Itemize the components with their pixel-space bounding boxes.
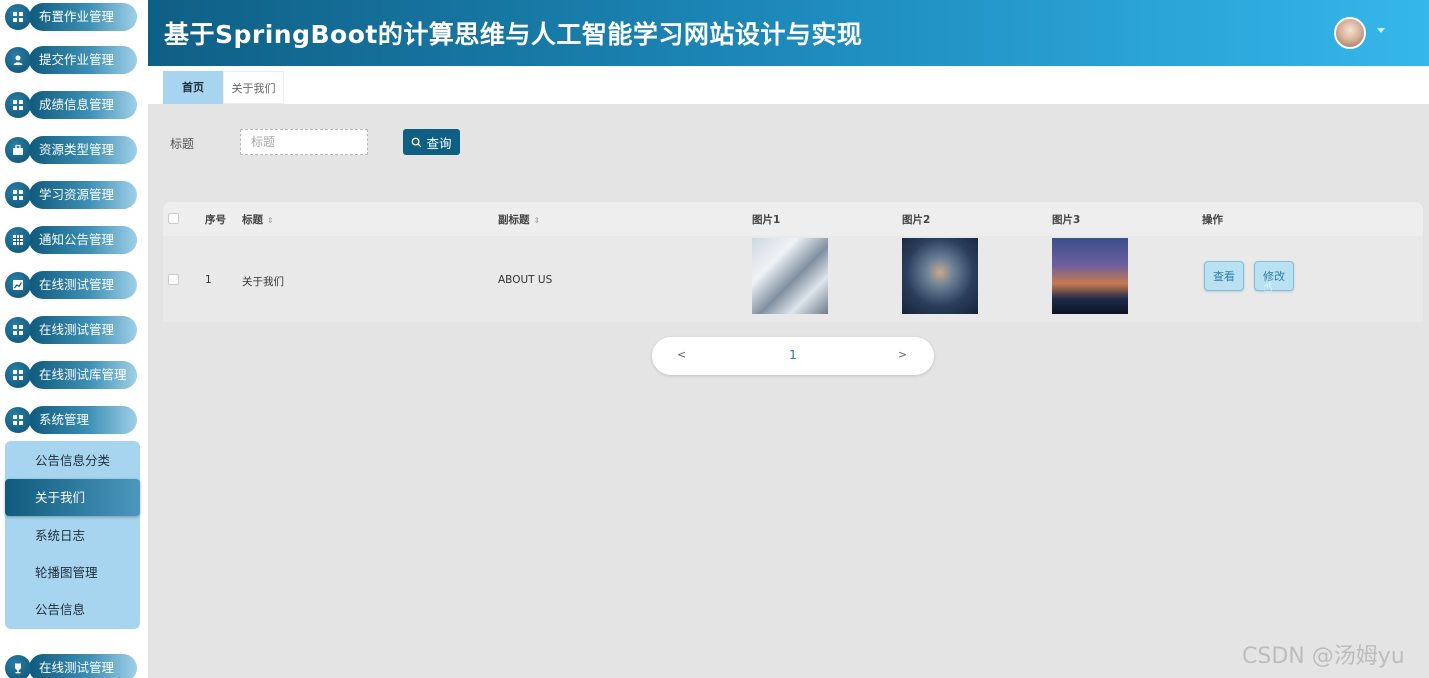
row-image-2 (902, 238, 978, 314)
sidebar-item-assign-homework[interactable]: 布置作业管理 (5, 3, 137, 31)
watermark: CSDN @汤姆yu (1242, 644, 1405, 669)
row-checkbox[interactable] (168, 274, 179, 285)
header-pic3: 图片3 (1052, 214, 1081, 226)
sidebar-item-online-test-3[interactable]: 在线测试管理 (5, 654, 137, 678)
user-icon (5, 47, 31, 73)
header-index: 序号 (205, 214, 226, 226)
sidebar-item-label: 通知公告管理 (29, 226, 137, 254)
sidebar-item-label: 在线测试管理 (29, 271, 137, 299)
sidebar-item-label: 学习资源管理 (29, 181, 137, 209)
row-subtitle: ABOUT US (498, 274, 553, 286)
prev-page-button[interactable]: < (677, 348, 686, 361)
chart-icon (5, 272, 31, 298)
sidebar-item-label: 在线测试库管理 (29, 361, 137, 389)
avatar[interactable] (1334, 17, 1366, 49)
sidebar-item-label: 布置作业管理 (29, 3, 137, 31)
chevron-down-icon[interactable] (1377, 28, 1385, 33)
sidebar-item-online-test-2[interactable]: 在线测试管理 (5, 316, 137, 344)
grid-icon (5, 92, 31, 118)
grid-icon (5, 317, 31, 343)
table-header: 序号 标题 ⇕ 副标题 ⇕ 图片1 图片2 图片3 操作 (163, 202, 1423, 236)
briefcase-icon (5, 137, 31, 163)
trophy-icon (5, 655, 31, 678)
page-title: 基于SpringBoot的计算思维与人工智能学习网站设计与实现 (164, 20, 863, 49)
tab-home[interactable]: 首页 (163, 71, 223, 104)
hand-cursor-icon: ☝ (1263, 277, 1273, 296)
grid-icon (5, 362, 31, 388)
sort-icon[interactable]: ⇕ (534, 216, 541, 225)
system-submenu: 公告信息分类 关于我们 系统日志 轮播图管理 公告信息 (5, 441, 140, 629)
submenu-item-system-log[interactable]: 系统日志 (5, 517, 140, 554)
grid-icon (5, 4, 31, 30)
sidebar-item-notices[interactable]: 通知公告管理 (5, 226, 137, 254)
header-pic1: 图片1 (752, 214, 781, 226)
next-page-button[interactable]: > (898, 348, 907, 361)
sidebar-item-test-bank[interactable]: 在线测试库管理 (5, 361, 137, 389)
edit-button[interactable]: 修改 (1254, 261, 1294, 291)
header-subtitle-label: 副标题 (498, 214, 530, 226)
submenu-item-carousel[interactable]: 轮播图管理 (5, 554, 140, 591)
row-image-1 (752, 238, 828, 314)
sidebar-item-label: 在线测试管理 (29, 316, 137, 344)
search-label: 标题 (170, 137, 195, 151)
sidebar-item-label: 在线测试管理 (29, 654, 137, 678)
grid-icon (5, 182, 31, 208)
header-subtitle[interactable]: 副标题 ⇕ (498, 212, 540, 227)
submenu-item-notice-categories[interactable]: 公告信息分类 (5, 442, 140, 479)
row-title: 关于我们 (242, 276, 284, 288)
view-button[interactable]: 查看 (1204, 261, 1244, 291)
page-number[interactable]: 1 (789, 347, 797, 362)
search-button-label: 查询 (426, 135, 452, 151)
table-row: 1 关于我们 ABOUT US 查看 修改 (163, 236, 1423, 322)
pagination: < 1 > (652, 337, 934, 375)
tab-about-us[interactable]: 关于我们 (223, 71, 284, 104)
search-icon (412, 137, 422, 147)
submenu-item-notices[interactable]: 公告信息 (5, 591, 140, 628)
sidebar-item-system[interactable]: 系统管理 (5, 406, 137, 434)
sidebar-item-label: 提交作业管理 (29, 46, 137, 74)
sidebar-item-grades[interactable]: 成绩信息管理 (5, 91, 137, 119)
sidebar-item-learning-resources[interactable]: 学习资源管理 (5, 181, 137, 209)
table-icon (5, 227, 31, 253)
sidebar-item-label: 系统管理 (29, 406, 137, 434)
sidebar-item-submit-homework[interactable]: 提交作业管理 (5, 46, 137, 74)
header-pic2: 图片2 (902, 214, 931, 226)
row-image-3 (1052, 238, 1128, 314)
search-button[interactable]: 查询 (403, 129, 460, 155)
grid-icon (5, 407, 31, 433)
sidebar-item-resource-types[interactable]: 资源类型管理 (5, 136, 137, 164)
header-title[interactable]: 标题 ⇕ (242, 212, 274, 227)
top-header: 基于SpringBoot的计算思维与人工智能学习网站设计与实现 (148, 0, 1429, 66)
data-table: 序号 标题 ⇕ 副标题 ⇕ 图片1 图片2 图片3 操作 1 关于我们 ABOUT … (163, 202, 1423, 322)
row-index: 1 (205, 274, 212, 286)
sort-icon[interactable]: ⇕ (267, 216, 274, 225)
sidebar: 布置作业管理 提交作业管理 成绩信息管理 资源类型管理 学习资源管理 通知公告管… (0, 0, 148, 678)
search-input[interactable] (240, 129, 368, 155)
header-actions: 操作 (1202, 214, 1223, 226)
submenu-item-about-us[interactable]: 关于我们 (5, 479, 140, 516)
sidebar-item-label: 资源类型管理 (29, 136, 137, 164)
header-title-label: 标题 (242, 214, 263, 226)
sidebar-item-label: 成绩信息管理 (29, 91, 137, 119)
select-all-checkbox[interactable] (168, 213, 179, 224)
tab-bar: 首页 关于我们 (148, 66, 1429, 104)
sidebar-item-online-test[interactable]: 在线测试管理 (5, 271, 137, 299)
